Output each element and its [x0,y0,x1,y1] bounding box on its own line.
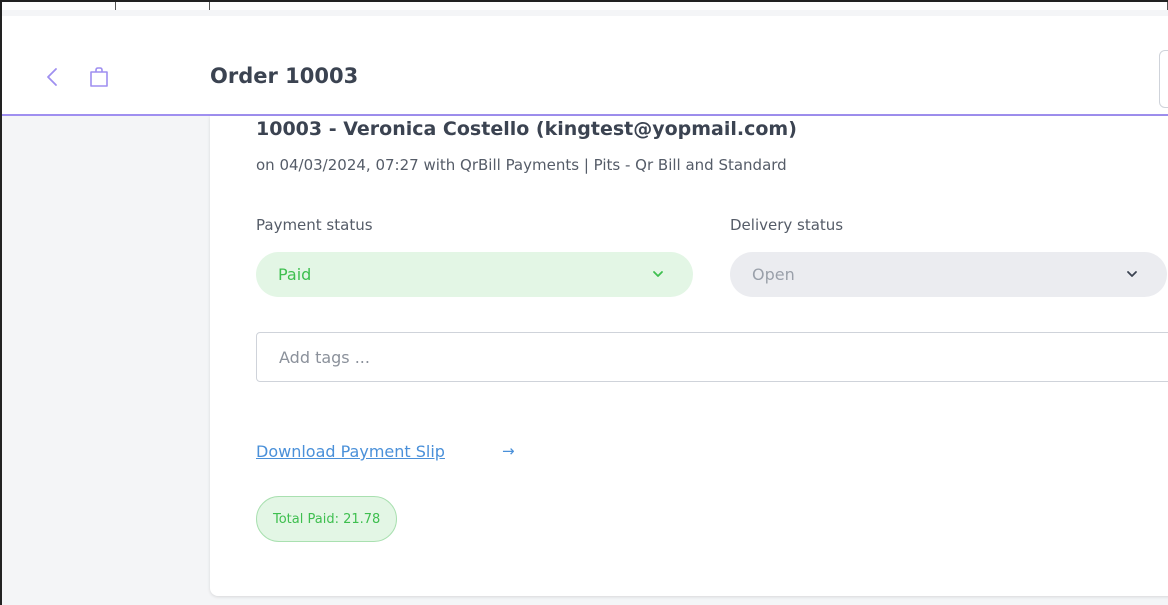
tags-input[interactable] [256,332,1168,382]
ruler-tick [209,2,210,10]
chevron-left-icon [47,68,57,86]
page-title: Order 10003 [210,64,359,88]
page-header: Order 10003 [2,16,1168,116]
chevron-down-icon [1127,271,1137,277]
order-card: 10003 - Veronica Costello (kingtest@yopm… [210,116,1168,596]
payment-status-label: Payment status [256,216,373,234]
top-ruler [2,2,1168,10]
header-action-button[interactable] [1159,50,1168,108]
download-payment-slip-link[interactable]: Download Payment Slip [256,442,445,461]
ruler-tick [115,2,116,10]
order-heading: 10003 - Veronica Costello (kingtest@yopm… [256,118,797,140]
back-button[interactable] [42,66,64,88]
arrow-right-icon: → [502,442,515,460]
delivery-status-value: Open [752,265,795,284]
shopping-bag-icon [88,66,110,88]
payment-status-value: Paid [278,265,312,284]
delivery-status-label: Delivery status [730,216,844,234]
app-frame: Order 10003 10003 - Veronica Costello (k… [0,0,1168,605]
total-paid-badge: Total Paid: 21.78 [256,496,398,542]
delivery-status-select[interactable]: Open [730,252,1167,297]
payment-status-select[interactable]: Paid [256,252,693,297]
order-subtitle: on 04/03/2024, 07:27 with QrBill Payment… [256,156,787,174]
chevron-down-icon [653,271,663,277]
